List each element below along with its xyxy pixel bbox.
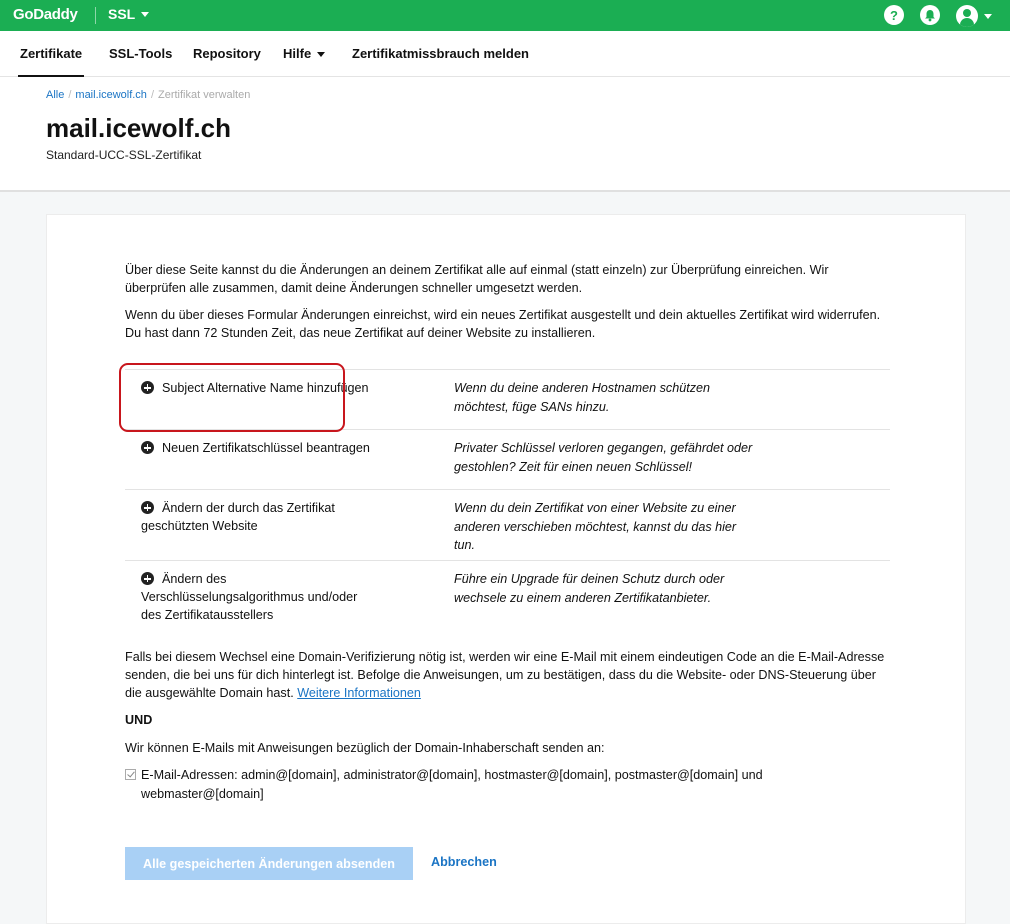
- intro-paragraph-1: Über diese Seite kannst du die Änderunge…: [125, 263, 829, 295]
- nav-tab-report-abuse[interactable]: Zertifikatmissbrauch melden: [352, 46, 529, 61]
- breadcrumb-link-all[interactable]: Alle: [46, 89, 64, 101]
- verification-paragraph: Falls bei diesem Wechsel eine Domain-Ver…: [125, 648, 890, 702]
- product-menu-button[interactable]: SSL: [108, 6, 150, 22]
- chevron-down-icon: [317, 52, 326, 58]
- nav-tab-hilfe-label: Hilfe: [283, 46, 312, 61]
- option-row: Neuen Zertifikatschlüssel beantragen Pri…: [125, 429, 890, 489]
- option-row: Ändern des Verschlüsselungsalgorithmus u…: [125, 560, 890, 635]
- nav-tab-zertifikate[interactable]: Zertifikate: [17, 46, 85, 78]
- intro-paragraph-2: Wenn du über dieses Formular Änderungen …: [125, 308, 881, 340]
- option-title: Neuen Zertifikatschlüssel beantragen: [162, 441, 370, 455]
- chevron-down-icon: [141, 11, 150, 17]
- verification-text: Falls bei diesem Wechsel eine Domain-Ver…: [125, 650, 885, 700]
- bell-glyph: [925, 9, 935, 21]
- option-description: Privater Schlüssel verloren gegangen, ge…: [454, 441, 753, 474]
- plus-circle-icon: [141, 441, 154, 454]
- plus-circle-icon: [141, 381, 154, 394]
- user-menu-button[interactable]: [956, 5, 992, 27]
- plus-circle-icon: [141, 501, 154, 514]
- add-san-option[interactable]: Subject Alternative Name hinzufügen: [141, 379, 371, 397]
- submit-changes-button[interactable]: Alle gespeicherten Änderungen absenden: [125, 847, 413, 880]
- bell-icon[interactable]: [920, 5, 940, 25]
- change-algorithm-option[interactable]: Ändern des Verschlüsselungsalgorithmus u…: [141, 570, 371, 624]
- option-title: Ändern des Verschlüsselungsalgorithmus u…: [141, 572, 358, 622]
- nav-tab-hilfe[interactable]: Hilfe: [283, 46, 326, 61]
- plus-circle-icon: [141, 572, 154, 585]
- option-title: Ändern der durch das Zertifikat geschütz…: [141, 501, 335, 533]
- nav-tab-ssl-tools[interactable]: SSL-Tools: [109, 46, 172, 61]
- breadcrumb: Alle / mail.icewolf.ch / Zertifikat verwalte…: [46, 89, 251, 101]
- main-nav: Zertifikate SSL-Tools Repository Hilfe Z…: [0, 31, 1010, 78]
- user-icon: [956, 5, 978, 27]
- change-website-option[interactable]: Ändern der durch das Zertifikat geschütz…: [141, 499, 371, 535]
- und-label: UND: [125, 713, 153, 727]
- rekey-option[interactable]: Neuen Zertifikatschlüssel beantragen: [141, 439, 371, 457]
- email-intro: Wir können E-Mails mit Anweisungen bezüg…: [125, 741, 605, 755]
- more-info-link[interactable]: Weitere Informationen: [297, 686, 421, 700]
- email-checkbox[interactable]: [125, 769, 136, 780]
- cancel-link[interactable]: Abbrechen: [431, 855, 497, 869]
- option-row: Subject Alternative Name hinzufügen Wenn…: [125, 369, 890, 429]
- nav-tab-repository[interactable]: Repository: [193, 46, 261, 61]
- chevron-down-icon: [984, 13, 992, 19]
- email-checkbox-label: E-Mail-Adressen: admin@[domain], adminis…: [141, 768, 763, 801]
- change-request-card: Über diese Seite kannst du die Änderunge…: [46, 214, 966, 924]
- option-description: Wenn du deine anderen Hostnamen schützen…: [454, 381, 711, 414]
- top-bar: GoDaddy SSL ?: [0, 0, 1010, 31]
- option-row: Ändern der durch das Zertifikat geschütz…: [125, 489, 890, 560]
- logo-divider: [95, 7, 96, 24]
- help-icon[interactable]: ?: [884, 5, 904, 25]
- option-description: Wenn du dein Zertifikat von einer Websit…: [454, 501, 737, 552]
- breadcrumb-current: Zertifikat verwalten: [158, 89, 251, 101]
- page-title: mail.icewolf.ch: [46, 113, 231, 143]
- breadcrumb-link-domain[interactable]: mail.icewolf.ch: [75, 89, 147, 101]
- change-options-list: Subject Alternative Name hinzufügen Wenn…: [125, 369, 890, 635]
- product-label: SSL: [108, 6, 136, 22]
- page-subtitle: Standard-UCC-SSL-Zertifikat: [46, 148, 202, 162]
- email-option: E-Mail-Adressen: admin@[domain], adminis…: [125, 766, 845, 804]
- option-title: Subject Alternative Name hinzufügen: [162, 381, 369, 395]
- page-header: Alle / mail.icewolf.ch / Zertifikat verwalte…: [0, 77, 1010, 192]
- option-description: Führe ein Upgrade für deinen Schutz durc…: [454, 572, 725, 605]
- godaddy-logo[interactable]: GoDaddy: [13, 6, 78, 23]
